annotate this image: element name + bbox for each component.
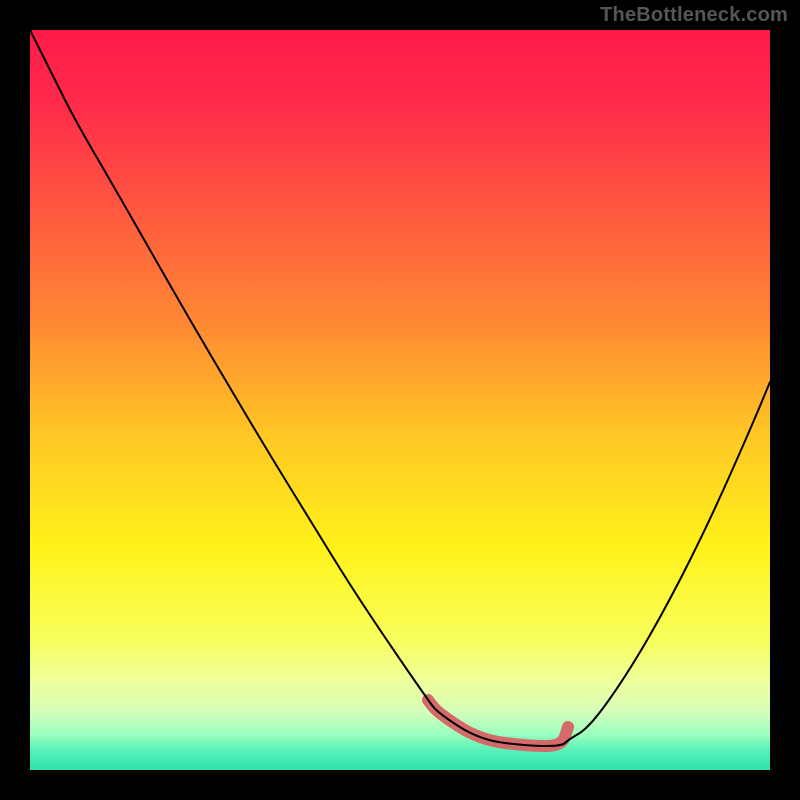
bottleneck-curve — [30, 30, 770, 746]
watermark-text: TheBottleneck.com — [600, 4, 788, 27]
plot-area — [30, 30, 770, 770]
chart-frame: TheBottleneck.com — [0, 0, 800, 800]
optimal-band-marker — [428, 700, 568, 746]
curve-layer — [30, 30, 770, 770]
